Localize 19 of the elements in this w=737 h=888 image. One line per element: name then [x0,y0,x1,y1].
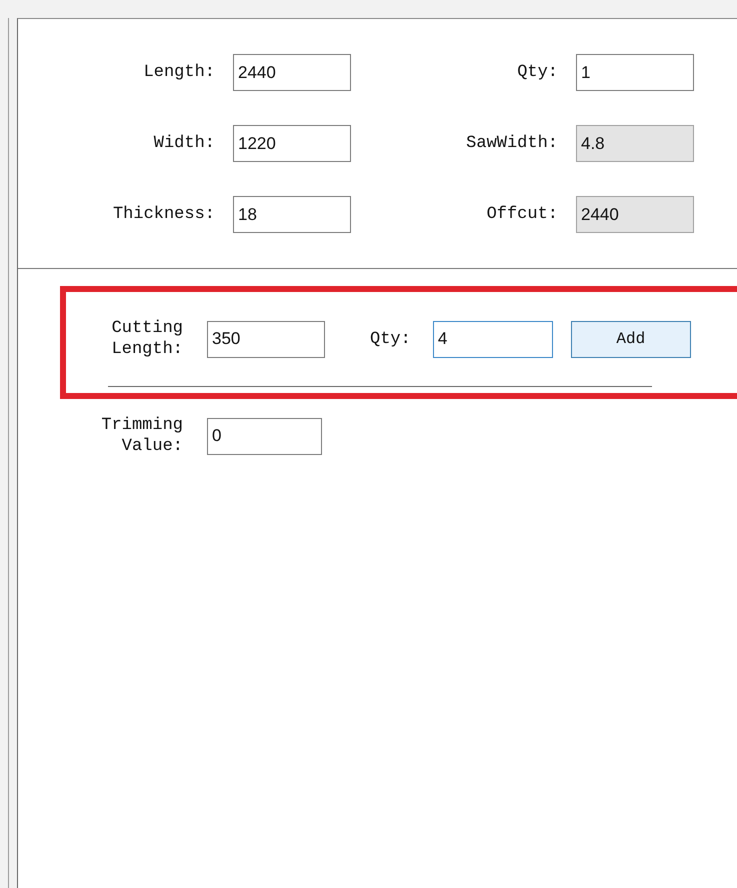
input-field[interactable]: 4.8 [576,125,694,162]
field-label: SawWidth: [465,133,558,154]
input-field[interactable]: 1 [576,54,694,91]
input-field[interactable]: 2440 [576,196,694,233]
input-field[interactable]: 18 [233,196,351,233]
input-field[interactable]: 2440 [233,54,351,91]
input-field[interactable]: 0 [207,418,322,454]
field-label: Trimming Value: [100,415,183,457]
field-label: Offcut: [486,204,558,225]
field-label: Qty: [370,328,411,350]
field-label: Length: [142,62,215,83]
add-button[interactable]: Add [570,320,691,358]
field-label: Width: [152,133,215,154]
field-label: Qty: [516,62,558,83]
input-field[interactable]: 350 [207,320,325,358]
input-field[interactable]: 4 [432,320,553,358]
field-label: Thickness: [112,204,215,225]
input-field[interactable]: 1220 [233,125,351,162]
field-label: Cutting Length: [110,318,183,360]
